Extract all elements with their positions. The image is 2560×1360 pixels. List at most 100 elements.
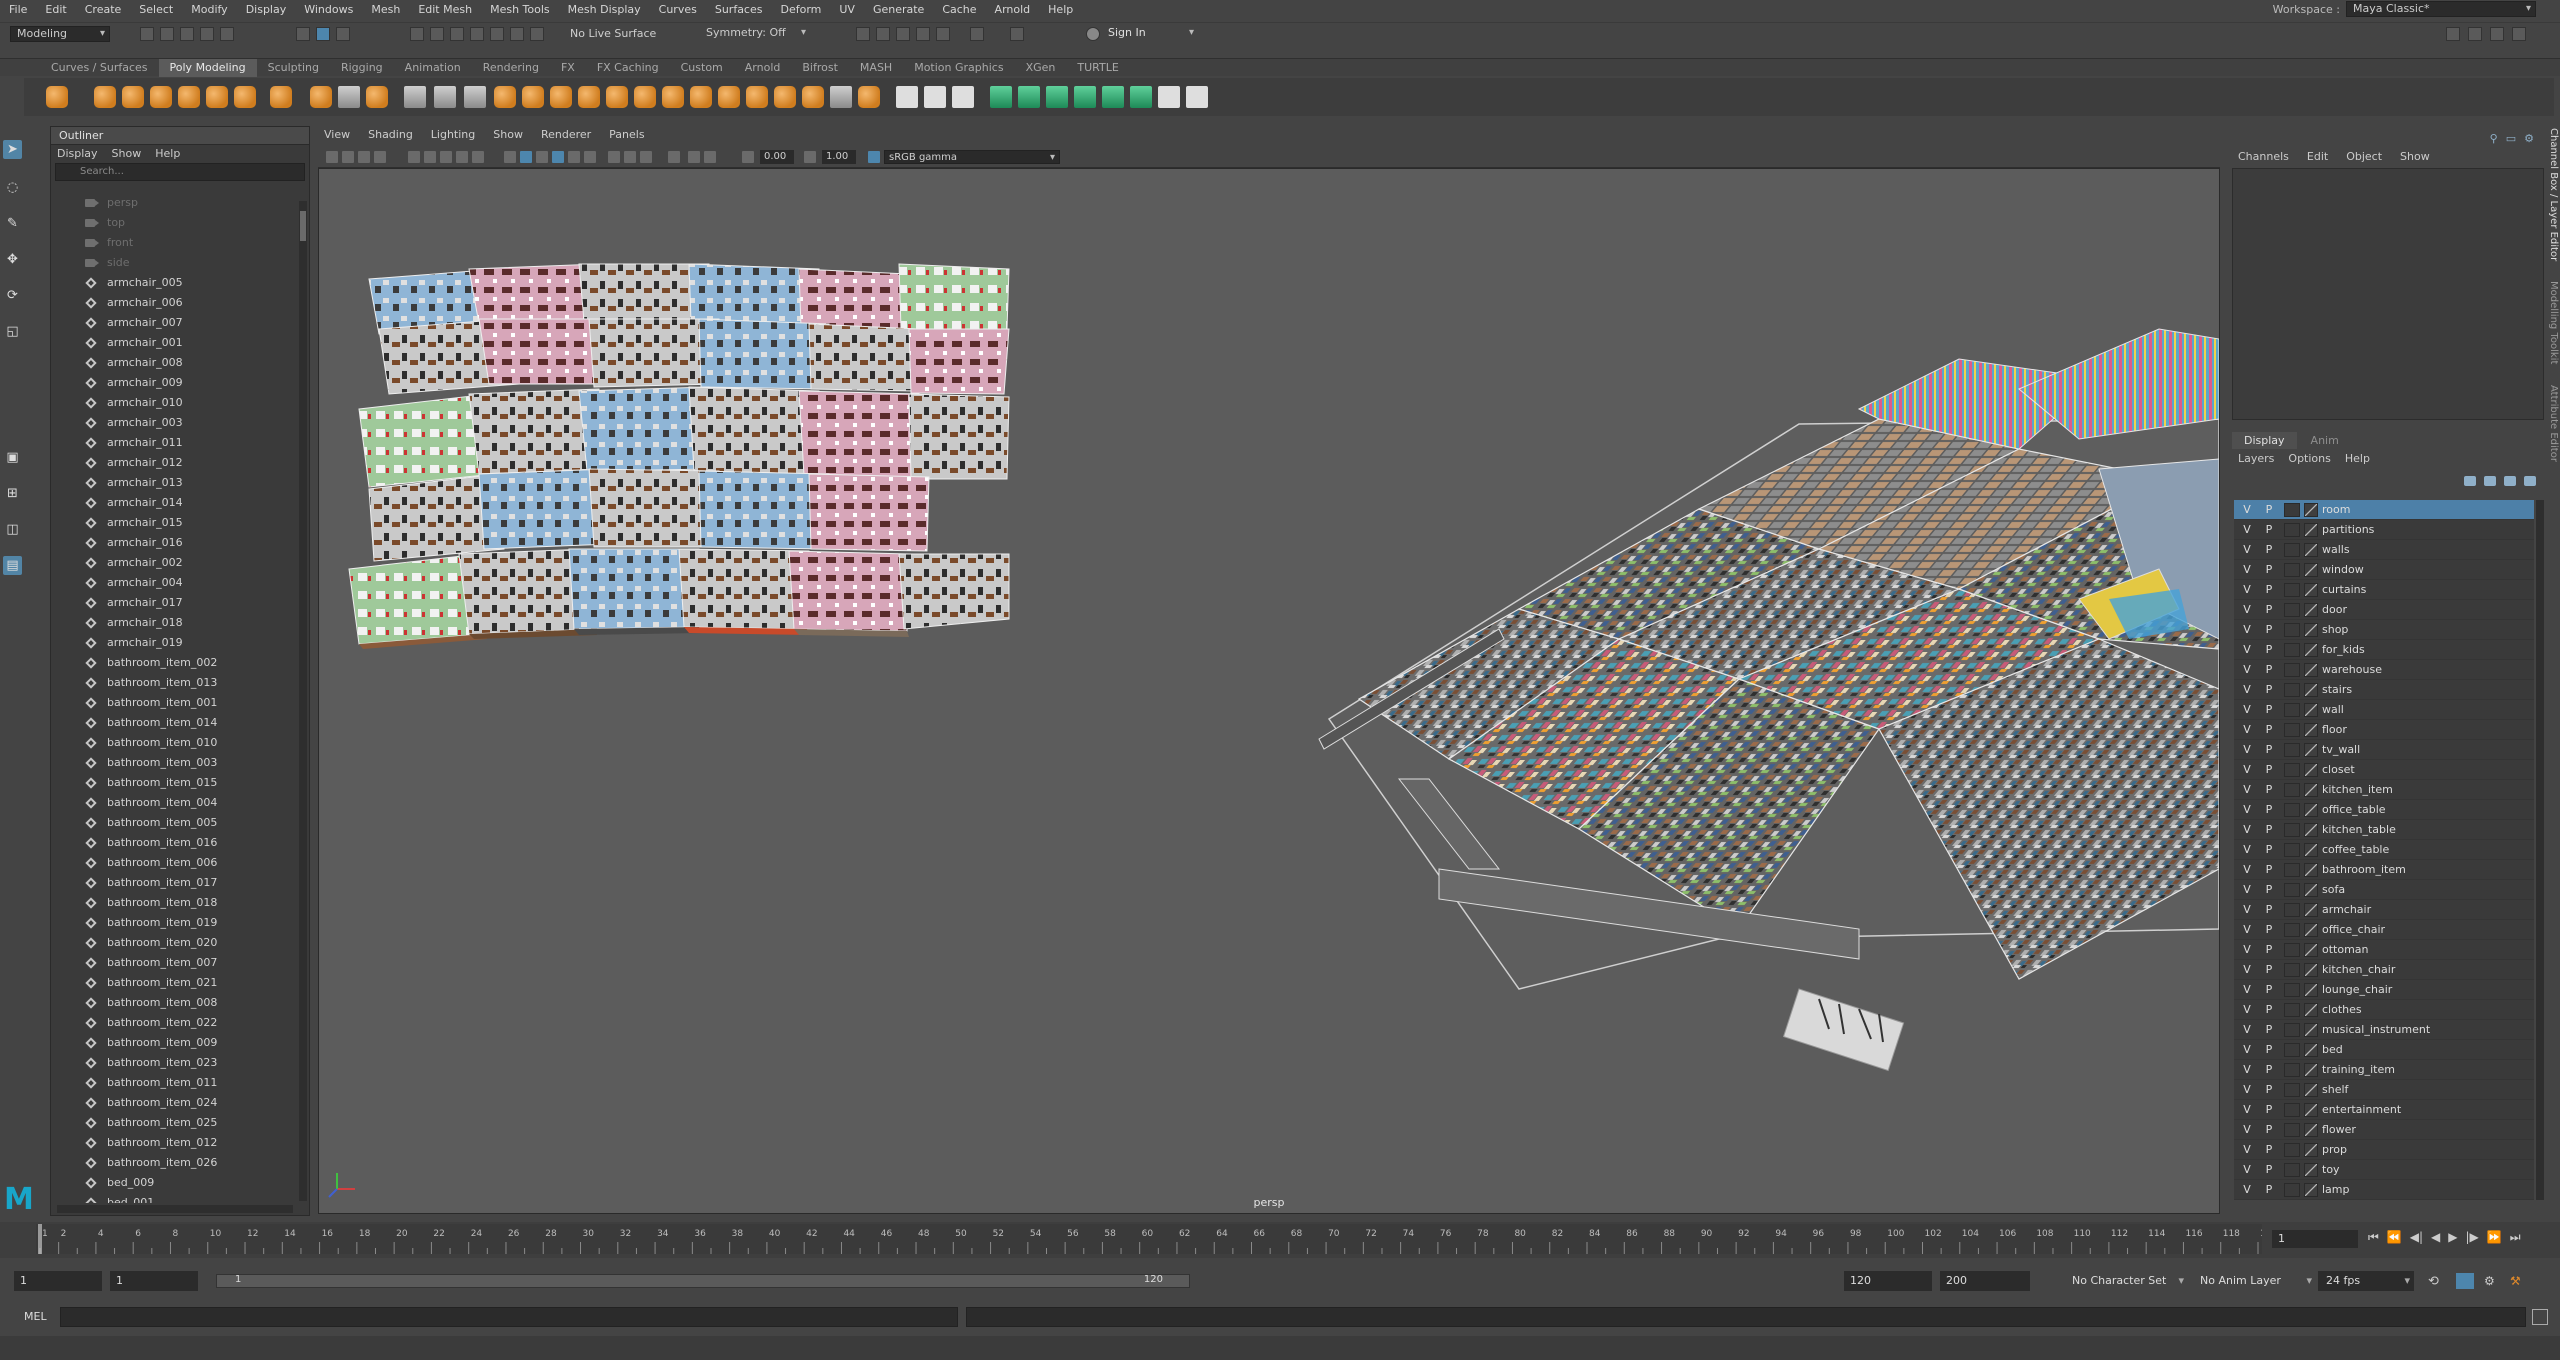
ipr-render-icon[interactable] (896, 27, 910, 41)
visibility-toggle[interactable]: V (2240, 940, 2254, 960)
layer-row[interactable]: V Pbed (2234, 1040, 2534, 1060)
outliner-item[interactable]: bathroom_item_021 (51, 973, 297, 993)
step-back-frame-icon[interactable]: ◀| (2410, 1230, 2423, 1245)
extrude-icon[interactable] (578, 86, 600, 108)
playback-toggle[interactable]: P (2262, 640, 2276, 660)
save-scene-icon[interactable] (180, 27, 194, 41)
go-to-start-icon[interactable]: ⏮ (2368, 1230, 2379, 1245)
outliner-item[interactable]: armchair_005 (51, 273, 297, 293)
layer-color-swatch[interactable] (2284, 523, 2300, 537)
layer-edit-icon[interactable] (2304, 643, 2318, 657)
step-forward-key-icon[interactable]: ⏩ (2487, 1230, 2502, 1245)
grid-toggle-icon[interactable] (408, 151, 420, 163)
float-icon[interactable]: ▭ (2506, 132, 2516, 145)
layer-edit-icon[interactable] (2304, 543, 2318, 557)
layer-color-swatch[interactable] (2284, 683, 2300, 697)
snap-pivot-icon[interactable] (530, 27, 544, 41)
shelf-tab-turtle[interactable]: TURTLE (1066, 59, 1129, 77)
visibility-toggle[interactable]: V (2240, 820, 2254, 840)
visibility-toggle[interactable]: V (2240, 700, 2254, 720)
visibility-toggle[interactable]: V (2240, 640, 2254, 660)
layer-color-swatch[interactable] (2284, 903, 2300, 917)
visibility-toggle[interactable]: V (2240, 1160, 2254, 1180)
exposure-field[interactable]: 0.00 (760, 150, 794, 164)
layer-edit-icon[interactable] (2304, 1083, 2318, 1097)
playback-toggle[interactable]: P (2262, 900, 2276, 920)
resolution-gate-icon[interactable] (440, 151, 452, 163)
visibility-toggle[interactable]: V (2240, 500, 2254, 520)
menu-arnold[interactable]: Arnold (986, 3, 1040, 16)
layer-edit-icon[interactable] (2304, 723, 2318, 737)
layer-color-swatch[interactable] (2284, 803, 2300, 817)
playback-toggle[interactable]: P (2262, 660, 2276, 680)
playback-toggle[interactable]: P (2262, 1140, 2276, 1160)
layer-color-swatch[interactable] (2284, 703, 2300, 717)
layer-row[interactable]: V Pstairs (2234, 680, 2534, 700)
playback-toggle[interactable]: P (2262, 1100, 2276, 1120)
shelf-tab-arnold[interactable]: Arnold (734, 59, 792, 77)
poly-text-icon[interactable] (338, 86, 360, 108)
gamma-icon[interactable] (804, 151, 816, 163)
range-bar[interactable]: 1 120 (216, 1274, 1190, 1288)
outliner-item[interactable]: armchair_016 (51, 533, 297, 553)
separate-icon[interactable] (494, 86, 516, 108)
layer-color-swatch[interactable] (2284, 763, 2300, 777)
bookmark-icon[interactable] (358, 151, 370, 163)
two-view-layout-icon[interactable]: ◫ (3, 520, 22, 539)
svg-icon[interactable] (366, 86, 388, 108)
select-camera-icon[interactable] (326, 151, 338, 163)
visibility-toggle[interactable]: V (2240, 680, 2254, 700)
layer-row[interactable]: V Pkitchen_table (2234, 820, 2534, 840)
layer-color-swatch[interactable] (2284, 663, 2300, 677)
layer-edit-icon[interactable] (2304, 1043, 2318, 1057)
script-editor-icon[interactable] (2532, 1309, 2548, 1325)
visibility-toggle[interactable]: V (2240, 880, 2254, 900)
layer-color-swatch[interactable] (2284, 1143, 2300, 1157)
outliner-scrollbar[interactable] (299, 201, 307, 1201)
poly-cylinder-icon[interactable] (122, 86, 144, 108)
symmetry-dropdown[interactable]: Symmetry: Off (700, 26, 810, 42)
outliner-item[interactable]: bathroom_item_026 (51, 1153, 297, 1173)
new-layer-selected-icon[interactable] (2524, 476, 2536, 486)
visibility-toggle[interactable]: V (2240, 800, 2254, 820)
gamma-field[interactable]: 1.00 (822, 150, 856, 164)
layer-edit-icon[interactable] (2304, 923, 2318, 937)
layer-edit-icon[interactable] (2304, 1183, 2318, 1197)
viewport-menu-shading[interactable]: Shading (368, 128, 413, 146)
outliner-item[interactable]: bed_001 (51, 1193, 297, 1203)
outliner-item[interactable]: front (51, 233, 297, 253)
outliner-item[interactable]: bathroom_item_007 (51, 953, 297, 973)
layer-edit-icon[interactable] (2304, 1023, 2318, 1037)
shelf-tab-poly-modeling[interactable]: Poly Modeling (158, 59, 257, 77)
lasso-tool-icon[interactable]: ◌ (3, 178, 22, 197)
layer-edit-icon[interactable] (2304, 1143, 2318, 1157)
layer-color-swatch[interactable] (2284, 1063, 2300, 1077)
layer-menu-help[interactable]: Help (2345, 452, 2370, 465)
poly-torus-icon[interactable] (178, 86, 200, 108)
attribute-editor-icon[interactable] (2468, 27, 2482, 41)
fps-dropdown[interactable]: 24 fps (2318, 1271, 2414, 1291)
target-weld-icon[interactable] (690, 86, 712, 108)
playback-start-field[interactable]: 1 (110, 1271, 198, 1291)
checker-uv-icon[interactable] (1102, 86, 1124, 108)
menu-help[interactable]: Help (1039, 3, 1082, 16)
layer-edit-icon[interactable] (2304, 603, 2318, 617)
viewport-menu-panels[interactable]: Panels (609, 128, 644, 146)
xray-joints-icon[interactable] (704, 151, 716, 163)
outliner-item[interactable]: bathroom_item_001 (51, 693, 297, 713)
outliner-item[interactable]: armchair_015 (51, 513, 297, 533)
menu-create[interactable]: Create (76, 3, 131, 16)
layer-color-swatch[interactable] (2284, 883, 2300, 897)
playback-toggle[interactable]: P (2262, 1060, 2276, 1080)
outliner-item[interactable]: armchair_013 (51, 473, 297, 493)
layer-color-swatch[interactable] (2284, 1043, 2300, 1057)
mel-label[interactable]: MEL (24, 1310, 47, 1323)
visibility-toggle[interactable]: V (2240, 720, 2254, 740)
unitize-uv-icon[interactable] (1186, 86, 1208, 108)
open-scene-icon[interactable] (160, 27, 174, 41)
lights-icon[interactable] (568, 151, 580, 163)
modeling-toolkit-icon[interactable] (2446, 27, 2460, 41)
room-boxes[interactable] (348, 263, 1010, 649)
menu-mesh[interactable]: Mesh (362, 3, 409, 16)
boolean-icon[interactable] (550, 86, 572, 108)
